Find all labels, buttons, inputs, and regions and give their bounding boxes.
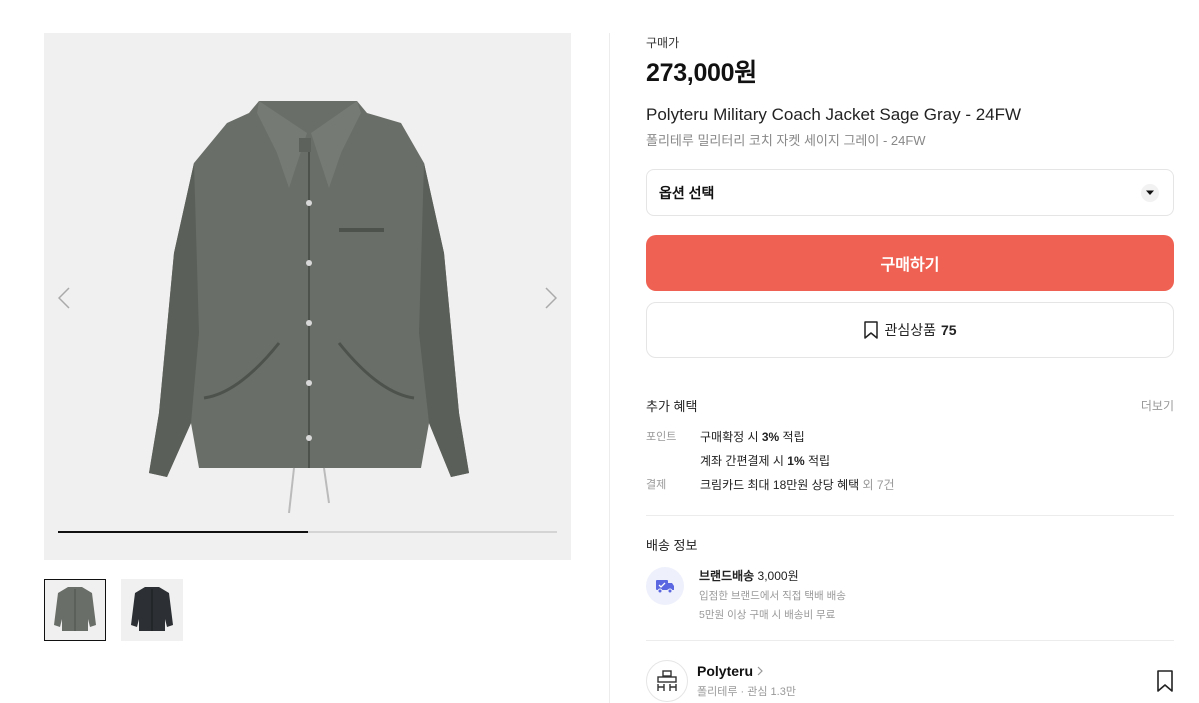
thumbnail-sage-gray[interactable] [44, 579, 106, 641]
wishlist-label: 관심상품 [884, 322, 936, 338]
benefit-key: 결제 [646, 479, 667, 491]
shipping-title: 배송 정보 [646, 538, 698, 553]
jacket-thumbnail-image [54, 587, 96, 631]
column-divider [609, 33, 610, 703]
benefit-row: 포인트 구매확정 시 3% 적립 [646, 430, 1174, 444]
option-select-label: 옵션 선택 [659, 184, 715, 201]
bookmark-icon [1157, 670, 1173, 692]
benefit-value: 구매확정 시 3% 적립 [700, 430, 805, 444]
truck-icon [646, 567, 684, 605]
product-info-panel: 구매가 273,000원 Polyteru Military Coach Jac… [646, 33, 1174, 702]
shipping-method: 브랜드배송 3,000원 [699, 569, 799, 583]
previous-image-button[interactable] [54, 283, 74, 313]
shipping-free-condition: 5만원 이상 구매 시 배송비 무료 [699, 609, 836, 621]
brand-logo[interactable] [646, 660, 688, 702]
brand-row: Polyteru 폴리테루 · 관심 1.3만 [646, 660, 1174, 702]
wishlist-count: 75 [940, 322, 957, 338]
chevron-right-icon [545, 287, 557, 309]
chevron-right-icon [757, 666, 763, 676]
jacket-thumbnail-image [131, 587, 173, 631]
benefit-key: 포인트 [646, 431, 677, 443]
thumbnail-black[interactable] [121, 579, 183, 641]
price-label: 구매가 [646, 36, 680, 50]
benefit-row: 계좌 간편결제 시 1% 적립 [646, 454, 1174, 468]
benefit-value: 크림카드 최대 18만원 상당 혜택 외 7건 [700, 478, 895, 492]
next-image-button[interactable] [541, 283, 561, 313]
bookmark-icon [864, 321, 879, 339]
product-image [149, 101, 469, 513]
divider [646, 640, 1174, 641]
chevron-left-icon [58, 287, 70, 309]
wishlist-button[interactable]: 관심상품 75 [646, 302, 1174, 358]
product-image-gallery [44, 33, 571, 560]
option-select-dropdown[interactable]: 옵션 선택 [646, 169, 1174, 216]
gallery-progress-fill [58, 531, 308, 533]
brand-subtitle: 폴리테루 · 관심 1.3만 [697, 686, 796, 698]
gallery-progress-bar [58, 531, 557, 533]
benefits-title: 추가 혜택 [646, 399, 698, 414]
benefit-value: 계좌 간편결제 시 1% 적립 [700, 454, 831, 468]
thumbnail-list [44, 579, 183, 641]
brand-bookmark-button[interactable] [1156, 670, 1174, 697]
shipping-info: 브랜드배송 3,000원 입점한 브랜드에서 직접 택배 배송 5만원 이상 구… [646, 567, 1174, 622]
caret-down-icon [1141, 183, 1159, 202]
brand-name-link[interactable]: Polyteru [697, 663, 796, 679]
benefit-row: 결제 크림카드 최대 18만원 상당 혜택 외 7건 [646, 478, 1174, 492]
product-title-ko: 폴리테루 밀리터리 코치 자켓 세이지 그레이 - 24FW [646, 133, 926, 148]
buy-button[interactable]: 구매하기 [646, 235, 1174, 291]
shipping-description: 입점한 브랜드에서 직접 택배 배송 [699, 590, 846, 602]
divider [646, 515, 1174, 516]
price: 273,000원 [646, 59, 757, 87]
benefits-more-link[interactable]: 더보기 [1141, 397, 1174, 414]
product-title-en: Polyteru Military Coach Jacket Sage Gray… [646, 105, 1022, 124]
